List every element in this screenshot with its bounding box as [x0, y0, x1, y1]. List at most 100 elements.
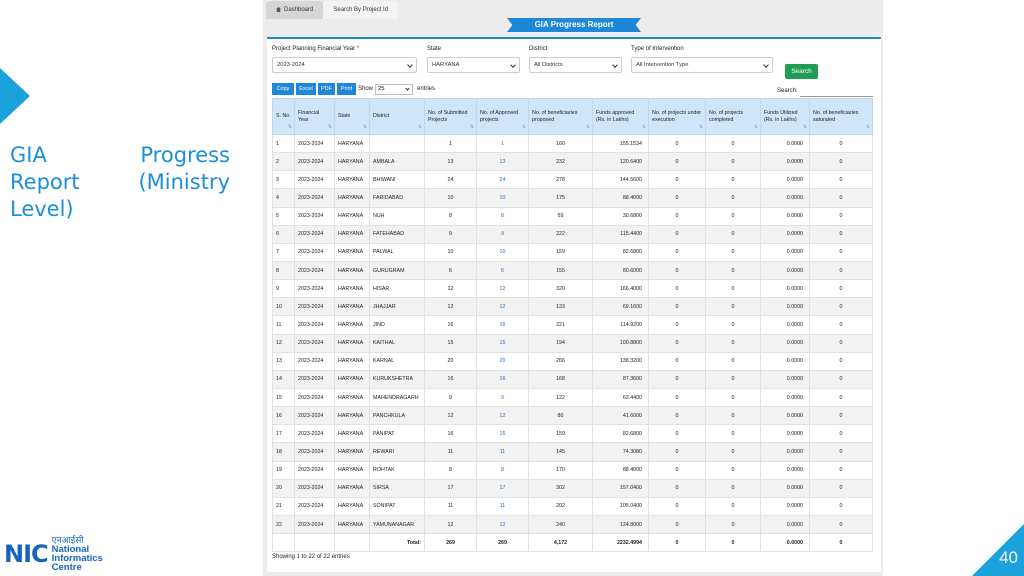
- column-header[interactable]: No. of projects completed ⇅: [705, 98, 761, 135]
- slide-title: GIA Progress Report (Ministry Level): [10, 143, 230, 221]
- cell-approved[interactable]: 12: [476, 297, 529, 317]
- cell-completed: 0: [705, 260, 761, 281]
- cell-funds-utilized: 0.0000: [760, 460, 810, 480]
- cell-completed: 0: [705, 442, 761, 462]
- entries-label: entries: [417, 86, 436, 92]
- cell-district: YAMUNANAGAR: [369, 514, 425, 535]
- cell-district: REWARI: [369, 442, 425, 462]
- show-label: Show: [358, 86, 374, 92]
- cell-approved[interactable]: 17: [476, 478, 529, 498]
- column-header[interactable]: State ⇅: [334, 98, 370, 135]
- table-row: 16 2023-2024 HARYANA PANCHKULA 12 12 80 41.6000…: [272, 406, 873, 426]
- cell-approved[interactable]: 12: [476, 406, 529, 426]
- cell-approved[interactable]: 11: [476, 496, 529, 516]
- state-select[interactable]: HARYANA: [427, 57, 520, 73]
- cell-funds-approved: 157.0400: [592, 478, 649, 498]
- column-header[interactable]: No. of projects under execution ⇅: [648, 98, 706, 135]
- cell-funds-utilized: 0.0000: [760, 442, 810, 462]
- cell-sno: 13: [272, 351, 295, 371]
- cell-district: JHAJJAR: [369, 297, 425, 317]
- cell-approved[interactable]: 13: [476, 152, 529, 172]
- cell-completed: 0: [705, 460, 761, 480]
- chevron-down-icon: [510, 62, 516, 68]
- cell-district: FARIDABAD: [369, 188, 425, 208]
- cell-submitted: 8: [424, 460, 477, 480]
- tab-search-by-project-id[interactable]: Search By Project Id: [323, 1, 399, 19]
- column-header[interactable]: No. of Submitted Projects ⇅: [424, 98, 477, 135]
- column-header[interactable]: No. of beneficiaries proposed ⇅: [528, 98, 593, 135]
- cell-approved[interactable]: 9: [476, 224, 529, 244]
- table-search-label: Search:: [777, 88, 798, 94]
- cell-sno: 6: [272, 224, 295, 244]
- cell-sno: 10: [272, 297, 295, 317]
- cell-under-execution: 0: [648, 206, 706, 226]
- cell-approved[interactable]: 10: [476, 188, 529, 208]
- cell-approved[interactable]: 16: [476, 424, 529, 444]
- intervention-select[interactable]: All Intervention Type: [631, 57, 773, 73]
- cell-submitted: 16: [424, 369, 477, 389]
- cell-funds-approved: 82.6800: [592, 242, 649, 262]
- cell-approved[interactable]: 20: [476, 351, 529, 371]
- cell-completed: 0: [705, 242, 761, 262]
- pdf-button[interactable]: PDF: [317, 83, 335, 95]
- cell-submitted: 10: [424, 242, 477, 262]
- cell-funds-approved: 138.3200: [592, 351, 649, 371]
- cell-district: HISAR: [369, 279, 425, 299]
- cell-under-execution: 0: [648, 351, 706, 371]
- cell-under-execution: 0: [648, 279, 706, 299]
- cell-year: 2023-2024: [294, 406, 335, 426]
- cell-approved[interactable]: 12: [476, 279, 529, 299]
- cell-approved[interactable]: 8: [476, 206, 529, 226]
- year-select[interactable]: 2023-2024: [272, 57, 417, 73]
- cell-completed: 0: [705, 478, 761, 498]
- cell-approved[interactable]: 11: [476, 442, 529, 462]
- cell-saturated: 0: [809, 297, 873, 317]
- cell-year: 2023-2024: [294, 188, 335, 208]
- cell-year: 2023-2024: [294, 133, 335, 154]
- page-length-select[interactable]: 25: [375, 84, 413, 95]
- column-header[interactable]: No. of Approved projects ⇅: [476, 98, 529, 135]
- column-header[interactable]: District ⇅: [369, 98, 425, 135]
- district-select[interactable]: All Districts: [529, 57, 622, 73]
- sort-icon: ⇅: [362, 124, 367, 130]
- cell-funds-approved: 105.0400: [592, 496, 649, 516]
- column-header[interactable]: No. of beneficiaries saturated ⇅: [809, 98, 873, 135]
- cell-saturated: 0: [809, 133, 873, 154]
- cell-approved[interactable]: 1: [476, 133, 529, 154]
- cell-state: HARYANA: [334, 152, 370, 172]
- column-header[interactable]: Financial Year ⇅: [294, 98, 335, 135]
- tab-dashboard[interactable]: Dashboard: [266, 1, 324, 19]
- cell-state: HARYANA: [334, 333, 370, 353]
- cell-saturated: 0: [809, 369, 873, 389]
- cell-year: 2023-2024: [294, 387, 335, 408]
- cell-approved[interactable]: 15: [476, 333, 529, 353]
- cell-approved[interactable]: 8: [476, 460, 529, 480]
- total-under-execution: 0: [648, 533, 706, 553]
- excel-button[interactable]: Excel: [295, 83, 316, 95]
- cell-saturated: 0: [809, 424, 873, 444]
- cell-approved[interactable]: 9: [476, 387, 529, 408]
- table-row: 17 2023-2024 HARYANA PANIPAT 16 16 159 82.6800 0…: [272, 424, 873, 444]
- total-funds-utilized: 0.0000: [760, 533, 810, 553]
- table-row: 12 2023-2024 HARYANA KAITHAL 15 15 194 100.8800…: [272, 333, 873, 353]
- cell-sno: 21: [272, 496, 295, 516]
- cell-approved[interactable]: 24: [476, 170, 529, 190]
- cell-sno: 15: [272, 387, 295, 408]
- cell-state: HARYANA: [334, 297, 370, 317]
- copy-button[interactable]: Copy: [272, 83, 294, 95]
- print-button[interactable]: Print: [336, 83, 356, 95]
- search-button[interactable]: Search: [785, 64, 818, 79]
- table-search-input[interactable]: [800, 84, 873, 97]
- cell-state: HARYANA: [334, 133, 370, 154]
- column-header[interactable]: S. No. ⇅: [272, 98, 295, 135]
- cell-approved[interactable]: 10: [476, 242, 529, 262]
- cell-funds-approved: 115.4400: [592, 224, 649, 244]
- cell-beneficiaries: 159: [528, 242, 593, 262]
- cell-approved[interactable]: 16: [476, 369, 529, 389]
- column-header[interactable]: Funds approved (Rs. in Lakhs) ⇅: [592, 98, 649, 135]
- column-header[interactable]: Funds Utilized (Rs. in Lakhs) ⇅: [760, 98, 810, 135]
- cell-approved[interactable]: 16: [476, 315, 529, 335]
- cell-approved[interactable]: 6: [476, 260, 529, 281]
- cell-approved[interactable]: 12: [476, 514, 529, 535]
- cell-sno: 14: [272, 369, 295, 389]
